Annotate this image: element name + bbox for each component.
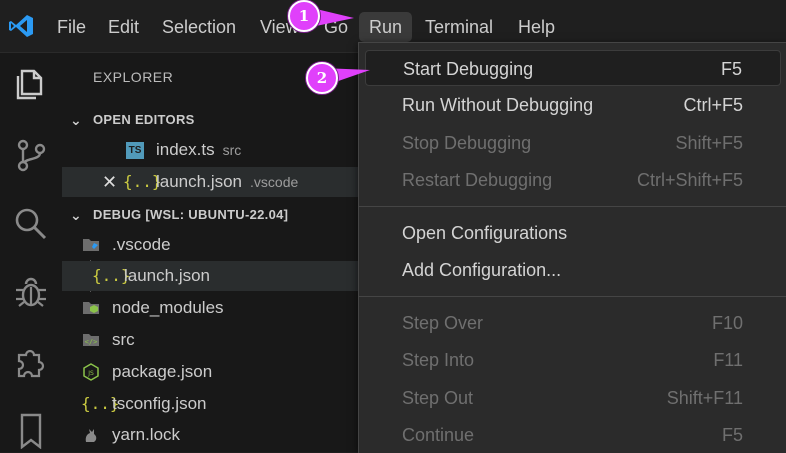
typescript-file-icon: TS	[126, 142, 144, 159]
folder-src[interactable]: </> src	[62, 325, 362, 355]
menu-item-label: Start Debugging	[403, 59, 534, 79]
activity-bar	[0, 53, 62, 452]
menu-item-shortcut: F5	[720, 59, 742, 79]
yarn-cat-icon	[85, 429, 97, 442]
menu-item-label: Stop Debugging	[402, 133, 532, 153]
chevron-down-icon: ⌄	[70, 207, 83, 223]
menu-item-shortcut: Ctrl+Shift+F5	[636, 170, 743, 190]
workspace-header[interactable]: ⌄ DEBUG [WSL: UBUNTU-22.04]	[62, 202, 362, 228]
menu-add-configuration[interactable]: Add Configuration...	[365, 252, 781, 288]
menu-selection[interactable]: Selection	[162, 12, 236, 42]
open-editor-index-ts[interactable]: TS index.ts src	[62, 135, 362, 165]
menu-run-without-debugging[interactable]: Run Without Debugging Ctrl+F5	[365, 87, 781, 123]
workspace-label: DEBUG [WSL: UBUNTU-22.04]	[93, 207, 289, 222]
file-tsconfig-json[interactable]: {..} tsconfig.json	[62, 389, 362, 419]
vscode-folder-icon	[83, 239, 99, 251]
file-folder: src	[222, 142, 242, 158]
folder-name: src	[112, 330, 135, 349]
open-editor-launch-json[interactable]: ✕ {..} launch.json .vscode	[62, 167, 362, 197]
menu-open-configurations[interactable]: Open Configurations	[365, 215, 781, 251]
menu-stop-debugging[interactable]: Stop Debugging Shift+F5	[365, 125, 781, 161]
extensions-icon[interactable]	[12, 343, 50, 381]
folder-node-modules[interactable]: node_modules	[62, 293, 362, 323]
file-name: yarn.lock	[112, 425, 181, 444]
menu-item-label: Step Out	[402, 388, 474, 408]
run-debug-icon[interactable]	[12, 273, 50, 311]
menu-separator	[359, 296, 786, 297]
menu-item-label: Run Without Debugging	[402, 95, 594, 115]
menu-item-label: Add Configuration...	[402, 260, 562, 280]
menu-item-shortcut: Shift+F11	[666, 388, 743, 408]
source-control-icon[interactable]	[12, 136, 50, 174]
vscode-logo-icon[interactable]	[8, 13, 34, 39]
menu-item-shortcut: Shift+F5	[675, 133, 743, 153]
file-name: index.ts	[156, 140, 215, 159]
file-name: launch.json	[156, 172, 243, 191]
menu-item-label: Step Over	[402, 313, 484, 333]
menu-edit[interactable]: Edit	[108, 12, 139, 42]
src-folder-icon: </>	[83, 334, 99, 346]
menu-step-into[interactable]: Step Into F11	[365, 342, 781, 378]
menu-item-shortcut: F5	[721, 425, 743, 445]
menu-terminal[interactable]: Terminal	[425, 12, 493, 42]
menu-item-label: Open Configurations	[402, 223, 568, 243]
open-editors-label: OPEN EDITORS	[93, 112, 195, 127]
open-editors-header[interactable]: ⌄ OPEN EDITORS	[62, 107, 362, 133]
file-launch-json[interactable]: {..} launch.json	[62, 261, 362, 291]
svg-text:</>: </>	[85, 338, 98, 346]
menu-start-debugging[interactable]: Start Debugging F5	[365, 50, 781, 86]
explorer-icon[interactable]	[12, 65, 50, 103]
folder-vscode[interactable]: .vscode	[62, 230, 362, 260]
explorer-title: EXPLORER	[93, 69, 174, 85]
menu-item-shortcut: F11	[713, 350, 743, 370]
search-icon[interactable]	[12, 205, 50, 243]
file-name: package.json	[112, 362, 213, 381]
menu-step-out[interactable]: Step Out Shift+F11	[365, 380, 781, 416]
file-name: launch.json	[124, 266, 211, 285]
menu-item-label: Continue	[402, 425, 475, 445]
nodejs-file-icon: JS	[83, 363, 99, 381]
menu-item-label: Step Into	[402, 350, 475, 370]
menu-item-label: Restart Debugging	[402, 170, 553, 190]
svg-text:JS: JS	[87, 370, 94, 377]
menu-help[interactable]: Help	[518, 12, 555, 42]
file-yarn-lock[interactable]: yarn.lock	[62, 420, 362, 450]
menu-continue[interactable]: Continue F5	[365, 417, 781, 453]
menu-restart-debugging[interactable]: Restart Debugging Ctrl+Shift+F5	[365, 162, 781, 198]
bookmark-icon[interactable]	[12, 411, 50, 449]
step-1-badge: 1	[288, 0, 320, 32]
node-folder-icon	[83, 302, 99, 314]
folder-name: node_modules	[112, 298, 224, 317]
folder-name: .vscode	[112, 235, 171, 254]
menu-item-shortcut: F10	[711, 313, 743, 333]
explorer-sidebar: EXPLORER ⌄ OPEN EDITORS TS index.ts src ✕…	[62, 53, 362, 452]
chevron-down-icon: ⌄	[70, 112, 83, 128]
menu-item-shortcut: Ctrl+F5	[683, 95, 743, 115]
menu-separator	[359, 206, 786, 207]
file-folder: .vscode	[250, 174, 299, 190]
step-2-badge: 2	[306, 62, 338, 94]
menu-step-over[interactable]: Step Over F10	[365, 305, 781, 341]
file-name: tsconfig.json	[112, 394, 207, 413]
menu-file[interactable]: File	[57, 12, 86, 42]
run-menu-dropdown: Start Debugging F5 Run Without Debugging…	[358, 42, 786, 453]
close-icon[interactable]: ✕	[102, 167, 117, 197]
file-package-json[interactable]: JS package.json	[62, 357, 362, 387]
